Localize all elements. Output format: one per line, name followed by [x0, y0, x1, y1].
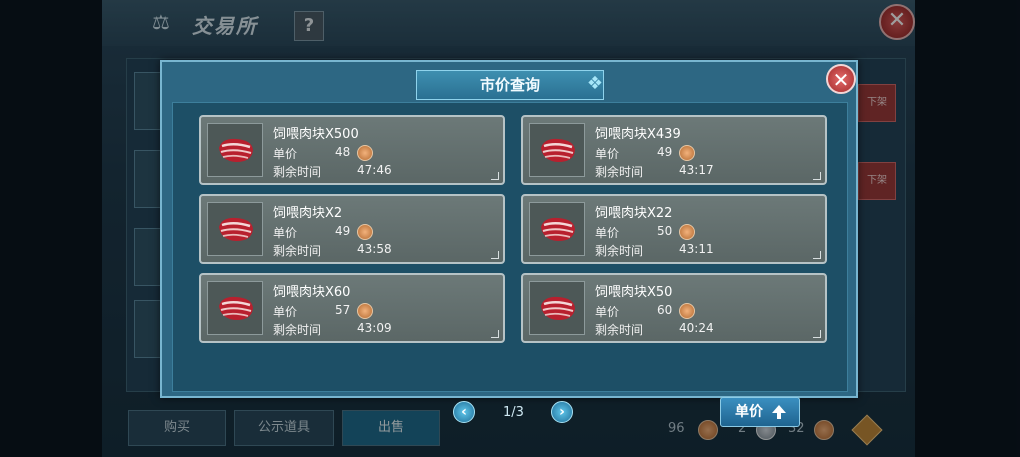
- meat-icon: [219, 138, 253, 162]
- copper-coin-icon: [679, 224, 695, 240]
- item-name: 饲喂肉块X22: [595, 206, 673, 221]
- listing-card[interactable]: 饲喂肉块X22 单价 50 剩余时间 43:11: [521, 194, 827, 264]
- arrow-up-icon: [772, 405, 786, 419]
- listing-card[interactable]: 饲喂肉块X50 单价 60 剩余时间 40:24: [521, 273, 827, 343]
- item-price: 57: [335, 303, 351, 317]
- item-thumbnail: [529, 202, 585, 256]
- corner-mark-icon: [491, 251, 499, 259]
- copper-coin-icon: [679, 303, 695, 319]
- listing-panel: 饲喂肉块X500 单价 48 剩余时间 47:46 饲喂肉块X439 单价 49 剩余时间 43:…: [172, 102, 848, 427]
- price-label: 单价: [595, 147, 620, 161]
- time-label: 剩余时间: [273, 323, 322, 337]
- item-thumbnail: [207, 281, 263, 335]
- time-remaining: 43:11: [679, 242, 714, 256]
- listing-card[interactable]: 饲喂肉块X60 单价 57 剩余时间 43:09: [199, 273, 505, 343]
- meat-icon: [541, 296, 575, 320]
- copper-coin-icon: [679, 145, 695, 161]
- market-price-dialog: ❖ 市价查询 ❖ ✕ 饲喂肉块X500单价48剩余时间47:46饲喂肉块X439…: [160, 60, 858, 427]
- listing-card[interactable]: 饲喂肉块X439 单价 49 剩余时间 43:17: [521, 115, 827, 185]
- time-remaining: 40:24: [679, 321, 714, 335]
- item-name: 饲喂肉块X60: [273, 285, 351, 300]
- price-label: 单价: [595, 226, 620, 240]
- corner-mark-icon: [813, 172, 821, 180]
- page-indicator: 1/3: [503, 405, 524, 420]
- item-name: 饲喂肉块X50: [595, 285, 673, 300]
- listing-card[interactable]: 饲喂肉块X500 单价 48 剩余时间 47:46: [199, 115, 505, 185]
- copper-coin-icon: [357, 145, 373, 161]
- price-label: 单价: [273, 226, 298, 240]
- item-name: 饲喂肉块X439: [595, 127, 681, 142]
- item-price: 50: [657, 224, 673, 238]
- item-name: 饲喂肉块X500: [273, 127, 359, 142]
- item-price: 48: [335, 145, 351, 159]
- corner-mark-icon: [491, 330, 499, 338]
- corner-mark-icon: [813, 330, 821, 338]
- next-page-button[interactable]: ›: [551, 401, 573, 423]
- meat-icon: [219, 296, 253, 320]
- time-label: 剩余时间: [273, 244, 322, 258]
- price-label: 单价: [273, 305, 298, 319]
- meat-icon: [541, 138, 575, 162]
- time-label: 剩余时间: [595, 165, 644, 179]
- ornament-right-icon: ❖: [586, 73, 604, 94]
- price-label: 单价: [595, 305, 620, 319]
- copper-coin-icon: [357, 303, 373, 319]
- corner-mark-icon: [813, 251, 821, 259]
- dialog-close-button[interactable]: ✕: [826, 64, 856, 94]
- prev-page-button[interactable]: ‹: [453, 401, 475, 423]
- copper-coin-icon: [357, 224, 373, 240]
- meat-icon: [219, 217, 253, 241]
- item-price: 49: [335, 224, 351, 238]
- corner-mark-icon: [491, 172, 499, 180]
- item-name: 饲喂肉块X2: [273, 206, 343, 221]
- item-thumbnail: [529, 281, 585, 335]
- time-label: 剩余时间: [595, 323, 644, 337]
- item-thumbnail: [207, 123, 263, 177]
- time-label: 剩余时间: [273, 165, 322, 179]
- sort-button-label: 单价: [735, 404, 763, 420]
- sort-by-price-button[interactable]: 单价: [720, 397, 800, 427]
- dialog-title-bar: 市价查询: [416, 70, 604, 100]
- time-label: 剩余时间: [595, 244, 644, 258]
- time-remaining: 43:17: [679, 163, 714, 177]
- item-thumbnail: [529, 123, 585, 177]
- meat-icon: [541, 217, 575, 241]
- item-price: 60: [657, 303, 673, 317]
- time-remaining: 47:46: [357, 163, 392, 177]
- dialog-title: 市价查询: [479, 76, 540, 94]
- price-label: 单价: [273, 147, 298, 161]
- item-price: 49: [657, 145, 673, 159]
- listing-card[interactable]: 饲喂肉块X2 单价 49 剩余时间 43:58: [199, 194, 505, 264]
- time-remaining: 43:58: [357, 242, 392, 256]
- time-remaining: 43:09: [357, 321, 392, 335]
- item-thumbnail: [207, 202, 263, 256]
